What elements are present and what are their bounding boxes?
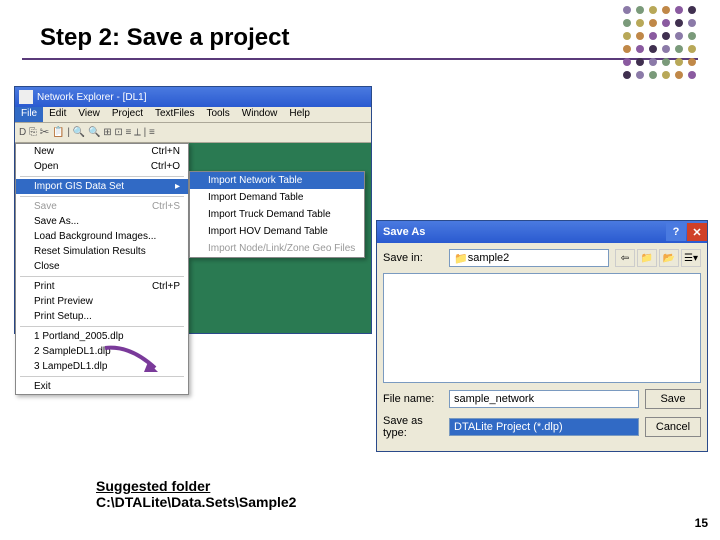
menu-item-printsetup[interactable]: Print Setup... — [16, 309, 188, 324]
workspace: NewCtrl+N OpenCtrl+O Import GIS Data Set… — [15, 143, 371, 333]
file-list[interactable] — [383, 273, 701, 383]
toolbar[interactable]: D ⎘ ✂ 📋 | 🔍 🔍 ⊞ ⊡ ≡ ⟂ | ≡ — [15, 123, 371, 143]
menu-view[interactable]: View — [72, 107, 106, 122]
close-button[interactable]: ✕ — [687, 223, 707, 241]
cancel-button[interactable]: Cancel — [645, 417, 701, 437]
type-combo[interactable]: DTALite Project (*.dlp) — [449, 418, 639, 436]
filename-input[interactable]: sample_network — [449, 390, 639, 408]
menu-item-reset[interactable]: Reset Simulation Results — [16, 244, 188, 259]
menu-item-new[interactable]: NewCtrl+N — [16, 144, 188, 159]
menu-item-close[interactable]: Close — [16, 259, 188, 274]
import-submenu: Import Network Table Import Demand Table… — [189, 171, 365, 258]
menu-item-printpreview[interactable]: Print Preview — [16, 294, 188, 309]
menubar[interactable]: File Edit View Project TextFiles Tools W… — [15, 107, 371, 123]
saveas-title-text: Save As — [383, 226, 425, 238]
menu-item-import[interactable]: Import GIS Data Set▸ — [16, 179, 188, 194]
newfolder-icon[interactable]: 📂 — [659, 249, 679, 267]
menu-item-print[interactable]: PrintCtrl+P — [16, 279, 188, 294]
application-window: Network Explorer - [DL1] File Edit View … — [14, 86, 372, 334]
filename-label: File name: — [383, 393, 443, 405]
submenu-import-network[interactable]: Import Network Table — [190, 172, 364, 189]
menu-help[interactable]: Help — [283, 107, 316, 122]
saveas-dialog: Save As ? ✕ Save in: 📁 sample2 ⇦ 📁 📂 ☰▾ … — [376, 220, 708, 452]
footer-line1: Suggested folder — [96, 478, 296, 494]
titlebar[interactable]: Network Explorer - [DL1] — [15, 87, 371, 107]
arrow-annotation — [100, 340, 180, 380]
menu-item-exit[interactable]: Exit — [16, 379, 188, 394]
saveas-titlebar[interactable]: Save As ? ✕ — [377, 221, 707, 243]
submenu-import-hov[interactable]: Import HOV Demand Table — [190, 223, 364, 240]
submenu-import-truck[interactable]: Import Truck Demand Table — [190, 206, 364, 223]
menu-window[interactable]: Window — [236, 107, 284, 122]
menu-edit[interactable]: Edit — [43, 107, 72, 122]
back-icon[interactable]: ⇦ — [615, 249, 635, 267]
menu-item-loadbg[interactable]: Load Background Images... — [16, 229, 188, 244]
help-button[interactable]: ? — [666, 223, 686, 241]
menu-item-saveas[interactable]: Save As... — [16, 214, 188, 229]
submenu-import-geo[interactable]: Import Node/Link/Zone Geo Files — [190, 240, 364, 257]
menu-item-open[interactable]: OpenCtrl+O — [16, 159, 188, 174]
footer-line2: C:\DTALite\Data.Sets\Sample2 — [96, 494, 296, 510]
menu-tools[interactable]: Tools — [200, 107, 235, 122]
type-label: Save as type: — [383, 415, 443, 439]
savein-combo[interactable]: 📁 sample2 — [449, 249, 609, 267]
page-number: 15 — [695, 516, 708, 530]
footer-text: Suggested folder C:\DTALite\Data.Sets\Sa… — [96, 478, 296, 510]
title-underline — [22, 58, 698, 60]
decoration-dots — [623, 6, 698, 81]
menu-project[interactable]: Project — [106, 107, 149, 122]
menu-file[interactable]: File — [15, 107, 43, 122]
window-title: Network Explorer - [DL1] — [37, 92, 146, 103]
menu-item-save[interactable]: SaveCtrl+S — [16, 199, 188, 214]
up-icon[interactable]: 📁 — [637, 249, 657, 267]
app-icon — [19, 90, 33, 104]
submenu-import-demand[interactable]: Import Demand Table — [190, 189, 364, 206]
savein-label: Save in: — [383, 252, 443, 264]
view-icon[interactable]: ☰▾ — [681, 249, 701, 267]
menu-textfiles[interactable]: TextFiles — [149, 107, 200, 122]
save-button[interactable]: Save — [645, 389, 701, 409]
slide-title: Step 2: Save a project — [40, 24, 289, 52]
